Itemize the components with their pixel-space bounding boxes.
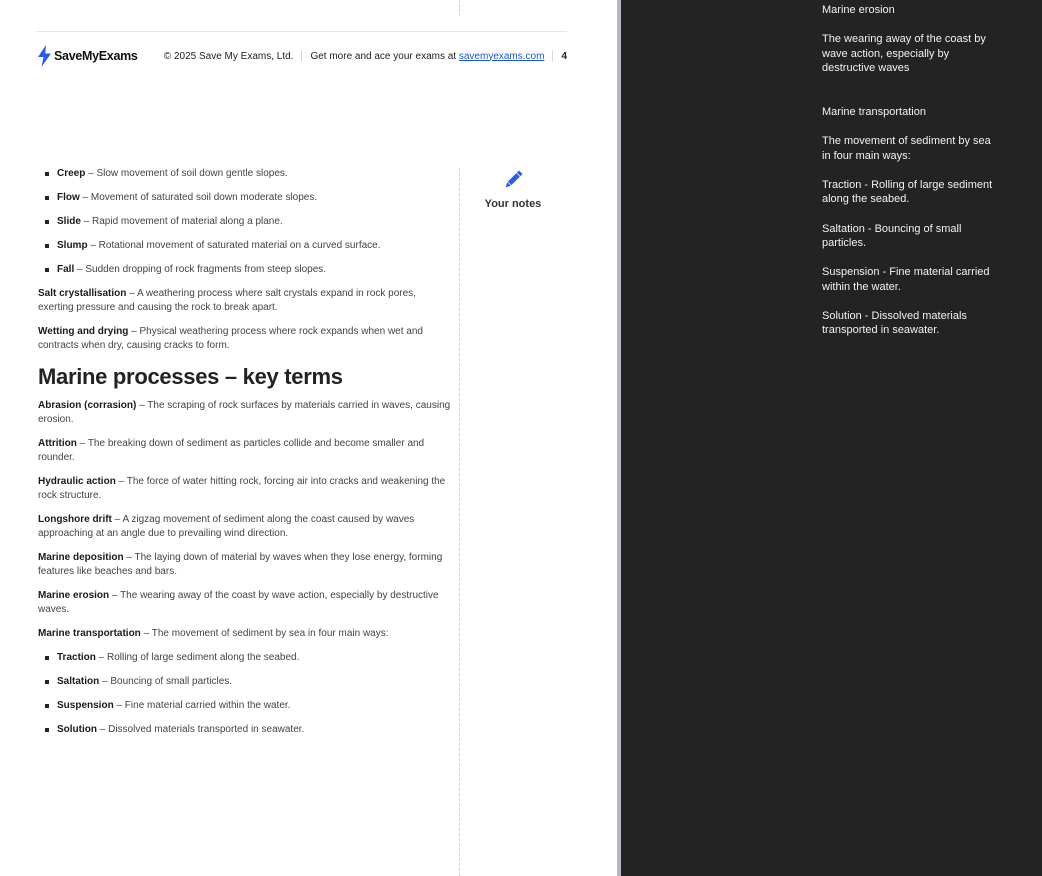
- term: Wetting and drying: [38, 326, 129, 337]
- definition: – Rapid movement of material along a pla…: [80, 216, 283, 227]
- notes-column-divider: [459, 168, 460, 876]
- definition: – Rolling of large sediment along the se…: [95, 652, 300, 663]
- term: Solution: [57, 724, 97, 735]
- term-paragraph: Abrasion (corrasion) – The scraping of r…: [38, 399, 452, 427]
- definition: – Sudden dropping of rock fragments from…: [74, 264, 327, 275]
- side-line: Suspension - Fine material carried withi…: [822, 266, 990, 293]
- definition: – Slow movement of soil down gentle slop…: [85, 168, 288, 179]
- term-paragraph: Marine deposition – The laying down of m…: [38, 551, 452, 579]
- side-line: Marine erosion: [822, 4, 895, 16]
- notes-column-divider-top: [459, 0, 460, 16]
- term: Flow: [57, 192, 80, 203]
- term-paragraph: Wetting and drying – Physical weathering…: [38, 325, 452, 353]
- side-line: Traction - Rolling of large sediment alo…: [822, 179, 993, 206]
- page-footer: SaveMyExams © 2025 Save My Exams, Ltd. G…: [37, 44, 569, 68]
- footer-rule: [37, 31, 567, 32]
- pencil-icon: [505, 170, 523, 188]
- logo-text: SaveMyExams: [54, 49, 138, 63]
- list-item: Creep – Slow movement of soil down gentl…: [38, 167, 452, 181]
- term-paragraph: Marine transportation – The movement of …: [38, 627, 452, 641]
- footer-info: © 2025 Save My Exams, Ltd. Get more and …: [164, 50, 567, 62]
- term: Creep: [57, 168, 86, 179]
- term: Fall: [57, 264, 75, 275]
- side-line: Saltation - Bouncing of small particles.: [822, 222, 962, 249]
- pdf-page-view[interactable]: SaveMyExams © 2025 Save My Exams, Ltd. G…: [0, 0, 617, 876]
- term: Salt crystallisation: [38, 288, 127, 299]
- side-panel-text: Marine erosion The wearing away of the c…: [822, 3, 997, 352]
- term: Suspension: [57, 700, 114, 711]
- side-line: Marine transportation: [822, 106, 926, 119]
- term: Marine transportation: [38, 628, 141, 639]
- term: Attrition: [38, 438, 77, 449]
- promo-text: Get more and ace your exams at: [310, 50, 457, 62]
- page-content: Creep – Slow movement of soil down gentl…: [38, 167, 452, 747]
- term: Hydraulic action: [38, 476, 116, 487]
- transport-list: Traction – Rolling of large sediment alo…: [38, 651, 452, 737]
- term-paragraph: Hydraulic action – The force of water hi…: [38, 475, 452, 503]
- page-number: 4: [561, 50, 567, 62]
- list-item: Solution – Dissolved materials transport…: [38, 723, 452, 737]
- term: Traction: [57, 652, 96, 663]
- definition: – Rotational movement of saturated mater…: [87, 240, 381, 251]
- your-notes-marker: Your notes: [480, 168, 546, 212]
- term: Marine erosion: [38, 590, 110, 601]
- mass-movement-list: Creep – Slow movement of soil down gentl…: [38, 167, 452, 277]
- definition: – Movement of saturated soil down modera…: [79, 192, 318, 203]
- term-paragraph: Longshore drift – A zigzag movement of s…: [38, 513, 452, 541]
- copyright-text: © 2025 Save My Exams, Ltd.: [163, 50, 294, 62]
- list-item: Flow – Movement of saturated soil down m…: [38, 191, 452, 205]
- term: Saltation: [57, 676, 100, 687]
- list-item: Slide – Rapid movement of material along…: [38, 215, 452, 229]
- list-item: Fall – Sudden dropping of rock fragments…: [38, 263, 452, 277]
- list-item: Suspension – Fine material carried withi…: [38, 699, 452, 713]
- footer-separator: [552, 50, 554, 62]
- definition: – The movement of sediment by sea in fou…: [140, 628, 389, 639]
- your-notes-label: Your notes: [484, 198, 542, 210]
- list-item: Slump – Rotational movement of saturated…: [38, 239, 452, 253]
- term: Longshore drift: [38, 514, 112, 525]
- side-line: The wearing away of the coast by wave ac…: [822, 33, 986, 74]
- side-line: The movement of sediment by sea in four …: [822, 135, 991, 162]
- term-paragraph: Attrition – The breaking down of sedimen…: [38, 437, 452, 465]
- list-item: Saltation – Bouncing of small particles.: [38, 675, 452, 689]
- footer-separator: [301, 50, 303, 62]
- term: Abrasion (corrasion): [38, 400, 137, 411]
- definition: – Fine material carried within the water…: [113, 700, 291, 711]
- definition: – Bouncing of small particles.: [99, 676, 233, 687]
- side-panel[interactable]: Marine erosion The wearing away of the c…: [621, 0, 1042, 876]
- section-heading: Marine processes – key terms: [38, 364, 343, 389]
- term-paragraph: Salt crystallisation – A weathering proc…: [38, 287, 452, 315]
- term: Slide: [57, 216, 81, 227]
- savemyexams-logo[interactable]: SaveMyExams: [37, 45, 138, 67]
- side-line-blank: [822, 90, 997, 105]
- definition: – The breaking down of sediment as parti…: [38, 438, 425, 463]
- lightning-bolt-icon: [38, 45, 51, 67]
- term: Slump: [57, 240, 88, 251]
- savemyexams-link[interactable]: savemyexams.com: [459, 51, 545, 62]
- side-line: Solution - Dissolved materials transport…: [822, 309, 967, 337]
- term-paragraph: Marine erosion – The wearing away of the…: [38, 589, 452, 617]
- definition: – Dissolved materials transported in sea…: [97, 724, 305, 735]
- list-item: Traction – Rolling of large sediment alo…: [38, 651, 452, 665]
- term: Marine deposition: [38, 552, 124, 563]
